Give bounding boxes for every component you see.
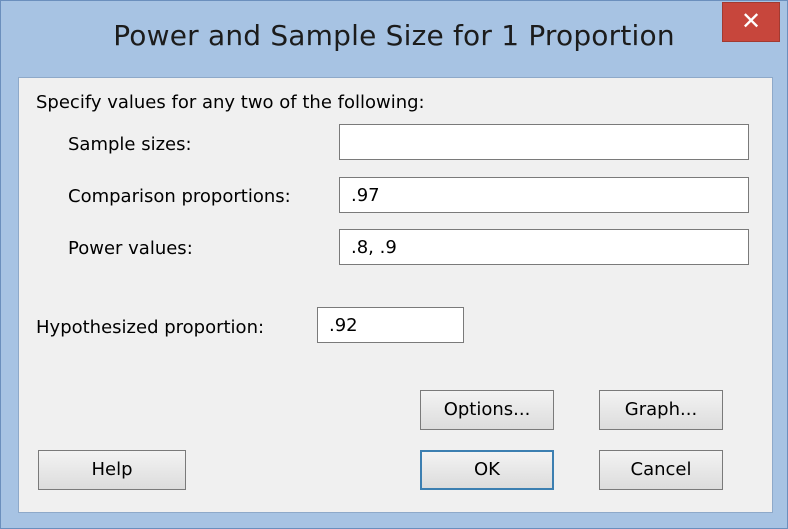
sample-sizes-field[interactable] — [339, 124, 749, 160]
cancel-button[interactable]: Cancel — [599, 450, 723, 490]
help-button[interactable]: Help — [38, 450, 186, 490]
hypothesized-proportion-field[interactable]: .92 — [317, 307, 464, 343]
close-button[interactable]: ✕ — [722, 2, 780, 42]
ok-button[interactable]: OK — [420, 450, 554, 490]
close-icon: ✕ — [740, 7, 762, 35]
power-values-field[interactable]: .8, .9 — [339, 229, 749, 265]
title-bar[interactable]: Power and Sample Size for 1 Proportion ✕ — [1, 1, 787, 77]
options-button[interactable]: Options... — [420, 390, 554, 430]
hypothesized-proportion-label: Hypothesized proportion: — [36, 317, 265, 338]
window-title: Power and Sample Size for 1 Proportion — [113, 19, 675, 52]
sample-sizes-label: Sample sizes: — [68, 134, 192, 155]
instructions-label: Specify values for any two of the follow… — [36, 92, 425, 113]
graph-button[interactable]: Graph... — [599, 390, 723, 430]
power-values-label: Power values: — [68, 238, 193, 259]
comparison-proportions-field[interactable]: .97 — [339, 177, 749, 213]
comparison-proportions-label: Comparison proportions: — [68, 186, 291, 207]
dialog-client-area: Specify values for any two of the follow… — [18, 77, 773, 513]
dialog-window: Power and Sample Size for 1 Proportion ✕… — [0, 0, 788, 529]
